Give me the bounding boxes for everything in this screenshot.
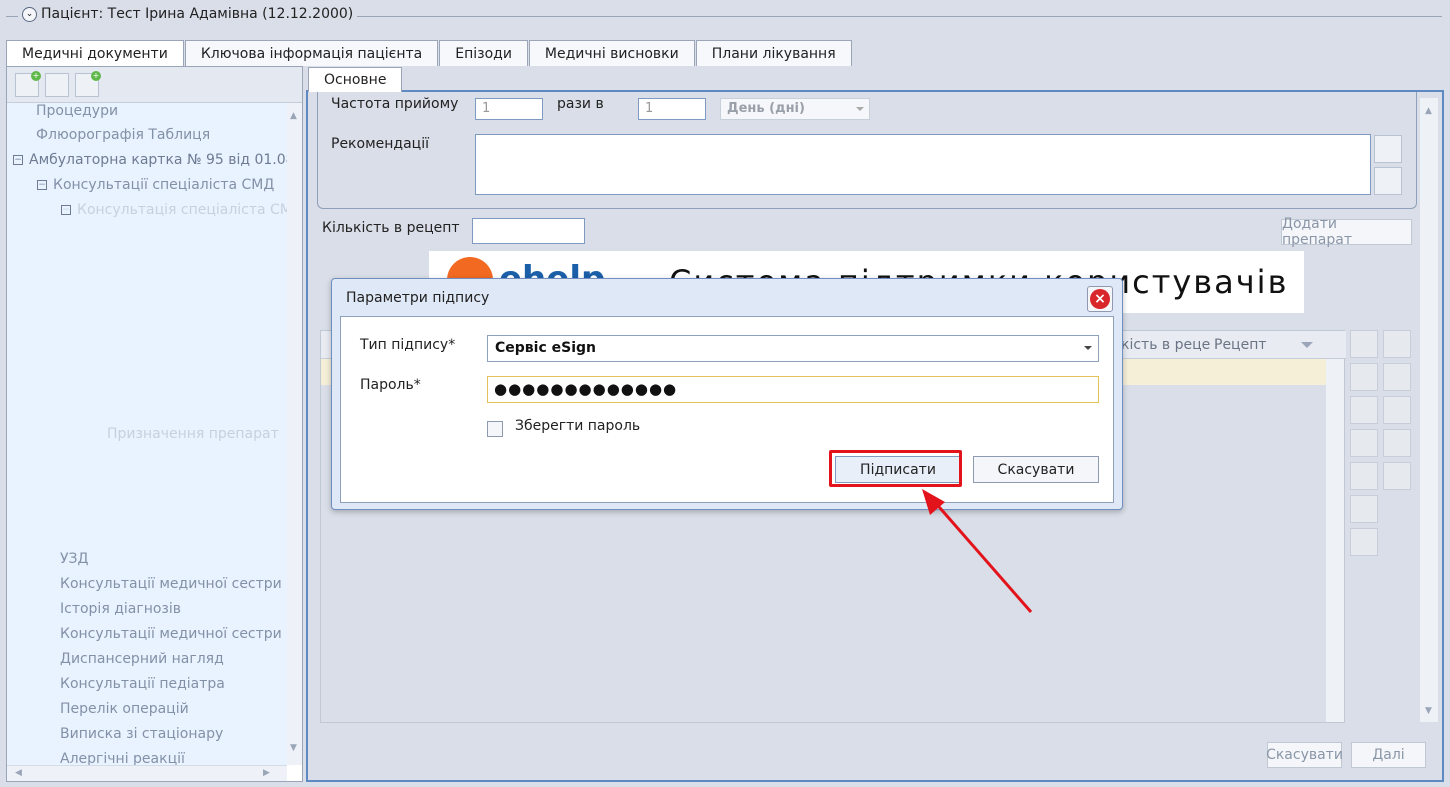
annotation-arrow — [922, 489, 1033, 613]
